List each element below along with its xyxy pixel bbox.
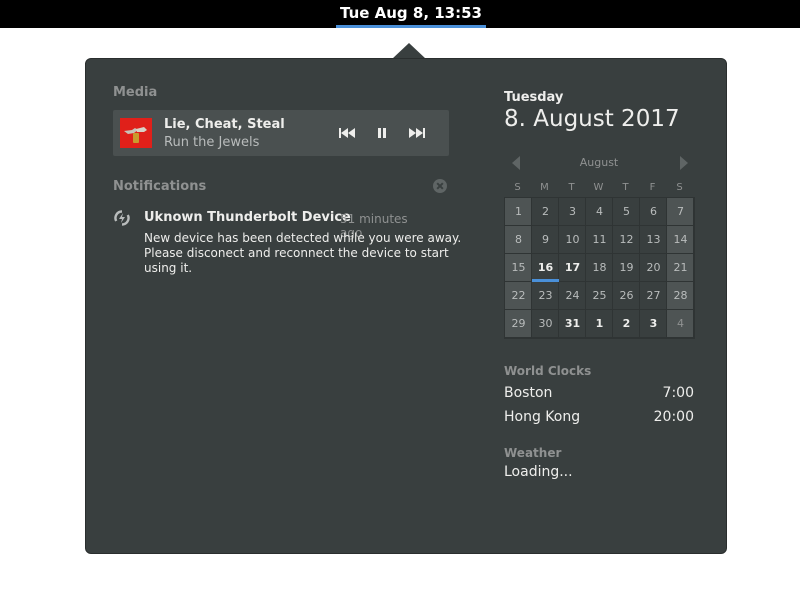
world-clock-time[interactable]: 7:00	[663, 385, 694, 401]
weather-status[interactable]: Loading...	[504, 464, 573, 480]
active-indicator	[336, 25, 486, 28]
weekday-label: M	[540, 182, 549, 193]
media-player[interactable]: Lie, Cheat, Steal Run the Jewels	[113, 110, 449, 156]
calendar-day[interactable]: 31	[559, 310, 586, 338]
calendar-day[interactable]: 29	[505, 310, 532, 338]
calendar-day[interactable]: 23	[532, 282, 559, 310]
calendar-day[interactable]: 12	[613, 226, 640, 254]
calendar-day[interactable]: 26	[613, 282, 640, 310]
calendar-day[interactable]: 14	[667, 226, 694, 254]
calendar-day[interactable]: 8	[505, 226, 532, 254]
next-icon	[409, 128, 425, 138]
pause-button[interactable]	[371, 124, 393, 142]
track-title: Lie, Cheat, Steal	[164, 117, 285, 132]
notifications-heading: Notifications	[113, 179, 207, 194]
calendar-day[interactable]: 21	[667, 254, 694, 282]
notification-item[interactable]: Uknown Thunderbolt Device 51 minutes ago…	[110, 205, 461, 285]
calendar-day[interactable]: 3	[640, 310, 667, 338]
calendar-day[interactable]: 2	[613, 310, 640, 338]
thunderbolt-icon	[114, 210, 130, 226]
weather-heading: Weather	[504, 446, 562, 460]
full-date: 8. August 2017	[504, 106, 680, 132]
calendar-day[interactable]: 4	[667, 310, 694, 338]
weekday-label: T	[568, 182, 575, 193]
day-name: Tuesday	[504, 90, 564, 105]
calendar-day[interactable]: 24	[559, 282, 586, 310]
weekday-header: SMTWTFS	[504, 180, 695, 196]
calendar-day[interactable]: 25	[586, 282, 613, 310]
weekday-label: S	[514, 182, 521, 193]
weekday-label: W	[593, 182, 604, 193]
top-bar: Tue Aug 8, 13:53	[0, 0, 800, 28]
weekday-label: F	[649, 182, 656, 193]
clear-notifications-button[interactable]	[433, 179, 447, 193]
calendar-day[interactable]: 16	[532, 254, 559, 282]
calendar: SMTWTFS 1 2 3 4 5 6 7 8 9 10 11 12 13 14 15 16 17 18 19 20 2…	[504, 180, 695, 339]
calendar-day[interactable]: 28	[667, 282, 694, 310]
album-art	[120, 118, 152, 148]
calendar-day[interactable]: 27	[640, 282, 667, 310]
calendar-day[interactable]: 19	[613, 254, 640, 282]
date-time-button[interactable]: Tue Aug 8, 13:53	[336, 0, 486, 26]
popover-arrow	[392, 43, 426, 59]
calendar-day[interactable]: 17	[559, 254, 586, 282]
weekday-label: T	[622, 182, 629, 193]
next-track-button[interactable]	[406, 124, 428, 142]
calendar-day[interactable]: 30	[532, 310, 559, 338]
previous-icon	[339, 128, 355, 138]
calendar-day[interactable]: 18	[586, 254, 613, 282]
previous-track-button[interactable]	[336, 124, 358, 142]
notification-body-line: New device has been detected while you w…	[144, 231, 462, 245]
calendar-day[interactable]: 3	[559, 198, 586, 226]
previous-month-button[interactable]	[512, 156, 520, 170]
weekday-label: S	[676, 182, 683, 193]
world-clock-city[interactable]: Boston	[504, 385, 552, 401]
calendar-day[interactable]: 4	[586, 198, 613, 226]
calendar-day[interactable]: 9	[532, 226, 559, 254]
notification-body-line: Please disconect and reconnect the devic…	[144, 246, 449, 260]
calendar-day[interactable]: 20	[640, 254, 667, 282]
calendar-grid: 1 2 3 4 5 6 7 8 9 10 11 12 13 14 15 16 17 18 19 20 21 22 23 24 2…	[504, 197, 695, 339]
month-label: August	[579, 156, 619, 169]
next-month-button[interactable]	[680, 156, 688, 170]
calendar-day[interactable]: 2	[532, 198, 559, 226]
calendar-day[interactable]: 6	[640, 198, 667, 226]
notification-body-line: using it.	[144, 261, 193, 275]
calendar-day[interactable]: 15	[505, 254, 532, 282]
calendar-day[interactable]: 22	[505, 282, 532, 310]
calendar-day[interactable]: 7	[667, 198, 694, 226]
calendar-day[interactable]: 10	[559, 226, 586, 254]
world-clock-city[interactable]: Hong Kong	[504, 409, 580, 425]
calendar-day[interactable]: 11	[586, 226, 613, 254]
notification-body: New device has been detected while you w…	[144, 231, 462, 276]
pause-icon	[378, 128, 386, 138]
world-clock-time[interactable]: 20:00	[654, 409, 694, 425]
calendar-day[interactable]: 13	[640, 226, 667, 254]
track-artist: Run the Jewels	[164, 135, 260, 150]
notification-title: Uknown Thunderbolt Device	[144, 210, 351, 225]
calendar-day[interactable]: 1	[586, 310, 613, 338]
world-clocks-heading: World Clocks	[504, 364, 592, 378]
calendar-day[interactable]: 1	[505, 198, 532, 226]
media-heading: Media	[113, 85, 158, 100]
date-menu-popover: Media Lie, Cheat, Steal Run the Jewels N…	[85, 58, 727, 554]
calendar-day[interactable]: 5	[613, 198, 640, 226]
